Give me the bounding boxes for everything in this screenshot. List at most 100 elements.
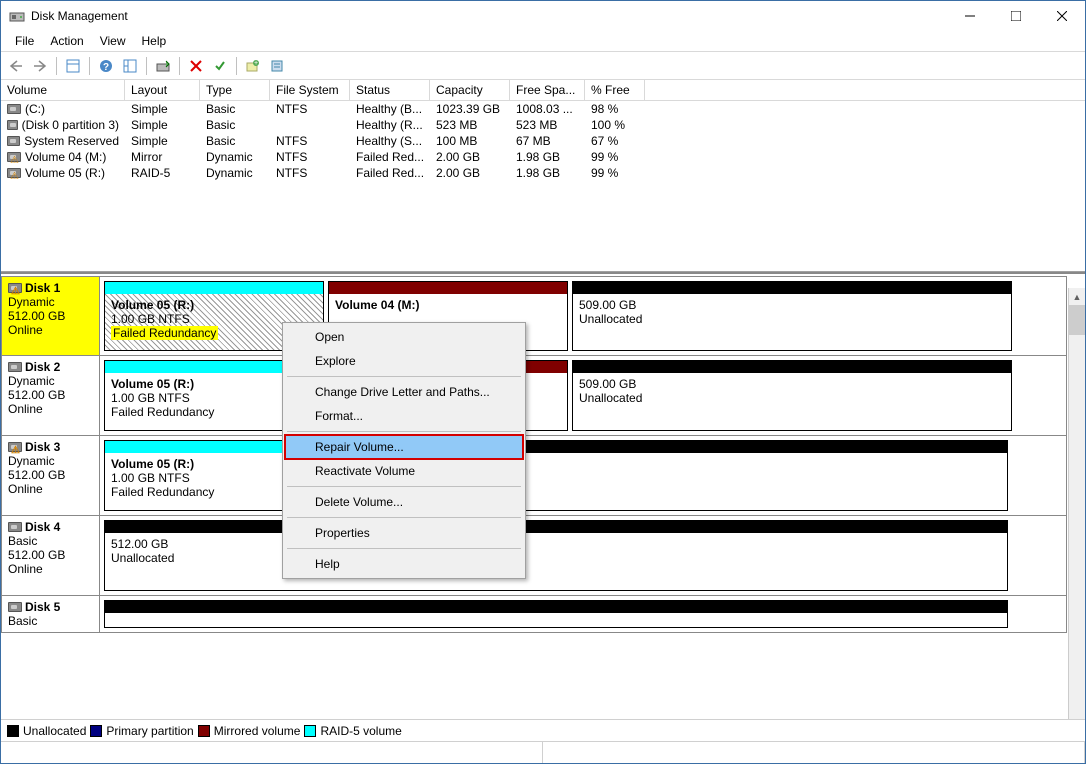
volume-layout: Simple [125,101,200,117]
volume-row[interactable]: Volume 05 (R:)RAID-5DynamicNTFSFailed Re… [1,165,1085,181]
menu-item-repair-volume[interactable]: Repair Volume... [285,435,523,459]
volume-free: 67 MB [510,133,585,149]
volume-fs: NTFS [270,101,350,117]
partition-stripe [573,282,1011,294]
col-filesystem[interactable]: File System [270,80,350,100]
disk-name: Disk 3 [25,440,60,454]
menu-item-properties[interactable]: Properties [285,521,523,545]
volume-type: Dynamic [200,149,270,165]
menu-separator [287,376,521,377]
menu-item-format[interactable]: Format... [285,404,523,428]
disk-state: Online [8,482,93,496]
minimize-button[interactable] [947,1,993,31]
partition-title: Volume 04 (M:) [335,298,561,312]
volume-capacity: 2.00 GB [430,149,510,165]
legend-label: Primary partition [106,724,193,738]
disk-icon [8,442,22,452]
volume-layout: RAID-5 [125,165,200,181]
partition[interactable]: 509.00 GBUnallocated [572,360,1012,431]
volume-row[interactable]: Volume 04 (M:)MirrorDynamicNTFSFailed Re… [1,149,1085,165]
disk-kind: Basic [8,534,93,548]
disk-kind: Dynamic [8,295,93,309]
partition[interactable] [104,600,1008,628]
legend-swatch [7,725,19,737]
volume-fs: NTFS [270,165,350,181]
menu-item-help[interactable]: Help [285,552,523,576]
volume-icon [7,152,21,162]
volume-pct: 98 % [585,101,645,117]
volume-name: System Reserved [24,134,119,148]
volume-capacity: 2.00 GB [430,165,510,181]
volume-status: Healthy (R... [350,117,430,133]
properties-icon[interactable] [266,55,288,77]
volume-free: 1008.03 ... [510,101,585,117]
disk-label[interactable]: Disk 4Basic512.00 GBOnline [2,516,100,595]
volume-capacity: 523 MB [430,117,510,133]
volume-icon [7,120,18,130]
disk-icon [8,362,22,372]
volume-capacity: 1023.39 GB [430,101,510,117]
volume-pct: 99 % [585,165,645,181]
disk-label[interactable]: Disk 1Dynamic512.00 GBOnline [2,277,100,355]
scroll-up-icon[interactable]: ▲ [1069,288,1085,305]
disk-label[interactable]: Disk 5Basic [2,596,100,632]
disk-state: Online [8,562,93,576]
col-type[interactable]: Type [200,80,270,100]
back-button[interactable] [5,55,27,77]
disk-icon [8,602,22,612]
menu-item-delete-volume[interactable]: Delete Volume... [285,490,523,514]
partition[interactable]: 512.00 GBUnallocated [104,520,1008,591]
menu-help[interactable]: Help [134,32,175,50]
col-status[interactable]: Status [350,80,430,100]
maximize-button[interactable] [993,1,1039,31]
partition-status: Unallocated [111,551,1001,565]
settings-icon[interactable] [62,55,84,77]
volume-capacity: 100 MB [430,133,510,149]
delete-icon[interactable] [185,55,207,77]
col-layout[interactable]: Layout [125,80,200,100]
view-layout-icon[interactable] [119,55,141,77]
menu-item-open[interactable]: Open [285,325,523,349]
col-capacity[interactable]: Capacity [430,80,510,100]
action-disk-icon[interactable] [152,55,174,77]
menu-file[interactable]: File [7,32,42,50]
volume-status: Healthy (S... [350,133,430,149]
menu-item-explore[interactable]: Explore [285,349,523,373]
menu-view[interactable]: View [92,32,134,50]
help-icon[interactable]: ? [95,55,117,77]
volume-free: 1.98 GB [510,149,585,165]
col-volume[interactable]: Volume [1,80,125,100]
disk-label[interactable]: Disk 3Dynamic512.00 GBOnline [2,436,100,515]
vertical-scrollbar[interactable]: ▲ [1068,288,1085,719]
disk-name: Disk 5 [25,600,60,614]
volume-list: Volume Layout Type File System Status Ca… [1,80,1085,272]
forward-button[interactable] [29,55,51,77]
volume-type: Basic [200,117,270,133]
check-icon[interactable] [209,55,231,77]
partition[interactable]: 509.00 GBUnallocated [572,281,1012,351]
disk-row: Disk 5Basic [1,596,1067,633]
menu-item-reactivate-volume[interactable]: Reactivate Volume [285,459,523,483]
disk-row: Disk 2Dynamic512.00 GBOnlineVolume 05 (R… [1,356,1067,436]
menu-action[interactable]: Action [42,32,91,50]
close-button[interactable] [1039,1,1085,31]
partition-stripe [329,282,567,294]
menu-item-change-drive-letter-and-paths[interactable]: Change Drive Letter and Paths... [285,380,523,404]
partition-size: 509.00 GB [579,298,1005,312]
volume-row[interactable]: (C:)SimpleBasicNTFSHealthy (B...1023.39 … [1,101,1085,117]
volume-row[interactable]: System ReservedSimpleBasicNTFSHealthy (S… [1,133,1085,149]
volume-layout: Simple [125,117,200,133]
disk-row: Disk 1Dynamic512.00 GBOnlineVolume 05 (R… [1,276,1067,356]
col-freespace[interactable]: Free Spa... [510,80,585,100]
col-pctfree[interactable]: % Free [585,80,645,100]
titlebar: Disk Management [1,1,1085,31]
volume-icon [7,136,20,146]
partition-stripe [573,361,1011,373]
volume-row[interactable]: (Disk 0 partition 3)SimpleBasicHealthy (… [1,117,1085,133]
disk-icon [8,283,22,293]
create-volume-icon[interactable]: + [242,55,264,77]
menu-separator [287,486,521,487]
volume-status: Failed Red... [350,165,430,181]
statusbar [1,741,1085,763]
disk-label[interactable]: Disk 2Dynamic512.00 GBOnline [2,356,100,435]
